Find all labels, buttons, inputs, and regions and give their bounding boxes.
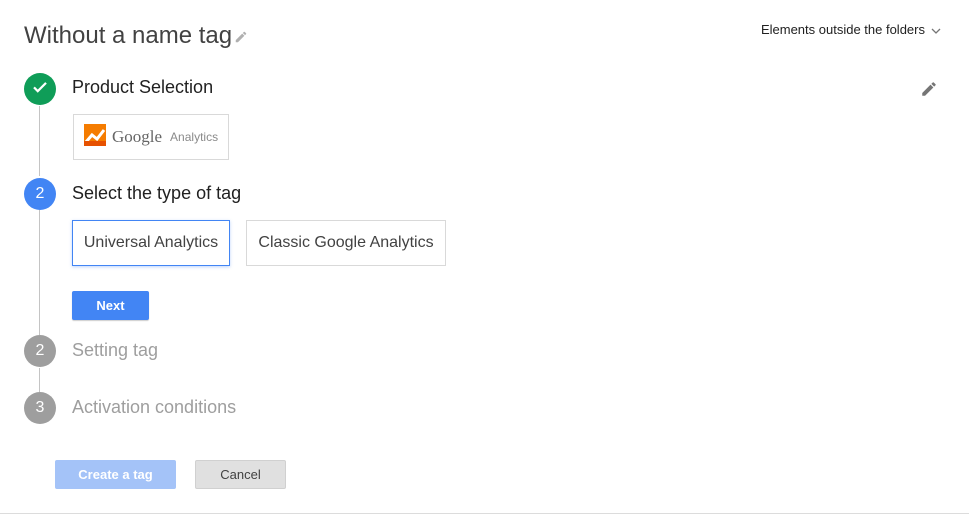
step-label-tag-type: Select the type of tag [72,183,242,203]
edit-pencil-icon[interactable] [920,80,938,98]
tag-type-classic-analytics[interactable]: Classic Google Analytics [246,220,446,266]
product-brand: Google [112,127,163,146]
step-label-activation-conditions[interactable]: Activation conditions [72,397,236,418]
step-complete-badge [24,73,56,105]
product-card-google-analytics[interactable]: Google Analytics [73,114,229,160]
step-label-product-selection: Product Selection [72,77,214,97]
chevron-down-icon [931,22,941,37]
page-title: Without a name tag [24,22,233,49]
next-button[interactable]: Next [72,291,149,320]
title-edit-icon[interactable] [234,30,248,44]
step-label-setting-tag[interactable]: Setting tag [72,340,158,361]
folder-dropdown[interactable]: Elements outside the folders [761,22,941,37]
tag-type-universal-analytics[interactable]: Universal Analytics [72,220,230,266]
step-number-badge: 3 [24,392,56,424]
step-number-badge: 2 [24,178,56,210]
step-number-badge: 2 [24,335,56,367]
step-connector [39,106,40,176]
step-connector [39,210,40,335]
product-name: Analytics [170,130,219,144]
checkmark-icon [31,78,49,101]
google-analytics-icon [84,123,106,151]
cancel-button[interactable]: Cancel [195,460,286,489]
create-tag-button[interactable]: Create a tag [55,460,176,489]
folder-dropdown-label: Elements outside the folders [760,22,925,37]
step-connector [39,368,40,392]
